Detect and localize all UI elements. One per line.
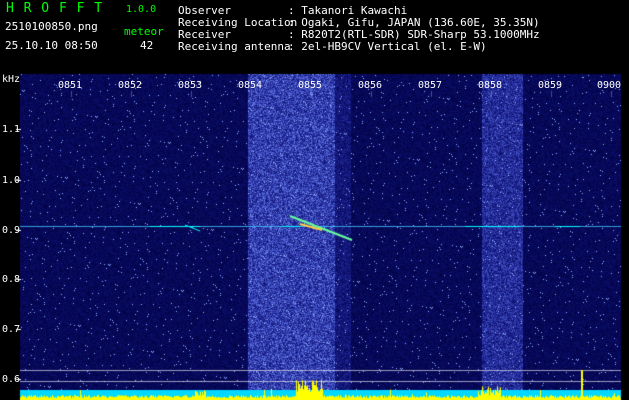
meteor-count: 42 <box>140 39 154 52</box>
y-axis-unit: kHz <box>2 74 21 85</box>
info-antenna-value: : 2el-HB9CV Vertical (el. E-W) <box>288 40 487 53</box>
x-tick-0855: 0855 <box>298 80 323 91</box>
x-tick-0859: 0859 <box>538 80 563 91</box>
x-tick-0858: 0858 <box>478 80 503 91</box>
x-tick-0854: 0854 <box>238 80 263 91</box>
observation-datetime: 25.10.10 08:50 <box>5 39 98 52</box>
x-tick-0857: 0857 <box>418 80 443 91</box>
y-tick-0-6: 0.6 <box>2 374 21 385</box>
x-tick-0856: 0856 <box>358 80 383 91</box>
x-tick-0851: 0851 <box>58 80 83 91</box>
y-tick-0-8: 0.8 <box>2 274 21 285</box>
y-tick-1-1: 1.1 <box>2 124 21 135</box>
image-filename: 2510100850.png <box>5 20 98 33</box>
x-tick-0900: 0900 <box>597 80 622 91</box>
y-tick-0-9: 0.9 <box>2 225 21 236</box>
info-antenna-key: Receiving antenna <box>178 40 291 53</box>
x-tick-0853: 0853 <box>178 80 203 91</box>
app-title: H R O F F T <box>6 1 104 16</box>
hrofft-window: H R O F F T 1.0.0 2510100850.png meteor … <box>0 0 629 400</box>
meteor-label: meteor <box>124 25 164 38</box>
x-tick-0852: 0852 <box>118 80 143 91</box>
app-version: 1.0.0 <box>126 4 157 15</box>
spectrogram <box>0 0 629 400</box>
y-tick-0-7: 0.7 <box>2 324 21 335</box>
y-tick-1-0: 1.0 <box>2 175 21 186</box>
